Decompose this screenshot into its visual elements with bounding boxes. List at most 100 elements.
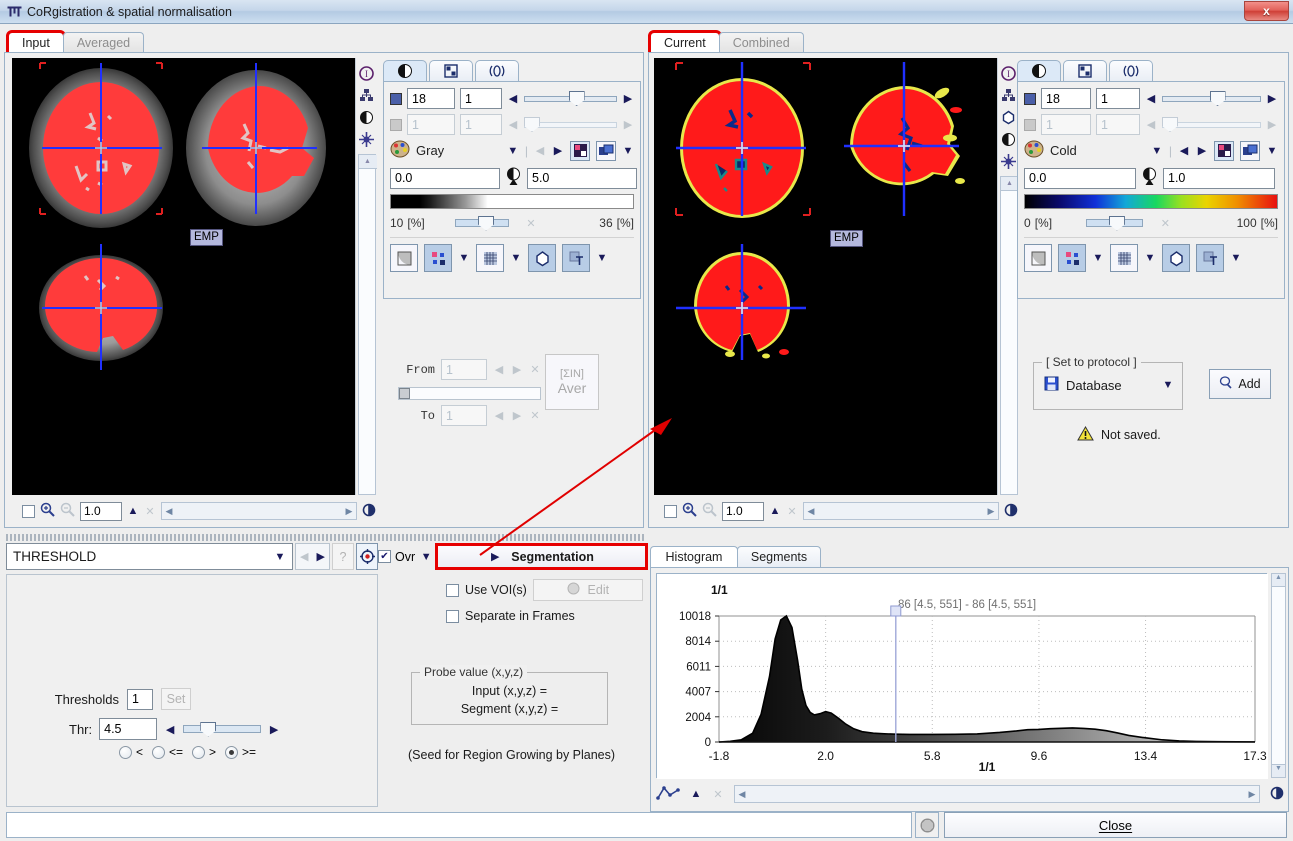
- right-image-viewer[interactable]: EMP: [654, 58, 997, 495]
- right-lut-name[interactable]: Cold: [1050, 143, 1077, 158]
- lut-dropdown-icon[interactable]: ▼: [1151, 145, 1163, 157]
- histogram-hscrollbar[interactable]: ◀ ▶: [734, 785, 1260, 803]
- tab-segments[interactable]: Segments: [737, 546, 821, 567]
- tab-histogram[interactable]: Histogram: [650, 546, 738, 567]
- thr-next-arrow[interactable]: ▶: [268, 723, 280, 736]
- operator-radio-lt[interactable]: [119, 745, 132, 759]
- grid-button[interactable]: [1110, 244, 1138, 272]
- left-max-input[interactable]: [527, 167, 637, 189]
- right-viewer-hscrollbar[interactable]: ◀ ▶: [803, 502, 999, 520]
- stop-button[interactable]: [915, 812, 939, 838]
- thr-prev-arrow[interactable]: ◀: [164, 723, 176, 736]
- overlay-button[interactable]: [1058, 244, 1086, 272]
- tab-combined[interactable]: Combined: [718, 32, 804, 53]
- crosshair-icon[interactable]: [999, 150, 1019, 172]
- scroll-left-icon[interactable]: ◀: [162, 506, 176, 517]
- slice-prev-arrow[interactable]: ◀: [1145, 92, 1157, 105]
- right-slice-slider[interactable]: [1162, 91, 1261, 107]
- layout-icon[interactable]: [357, 84, 377, 106]
- info-icon[interactable]: I: [999, 62, 1019, 84]
- contrast-icon[interactable]: [357, 106, 377, 128]
- ovr-checkbox-wrap[interactable]: ✔ Ovr: [378, 550, 415, 564]
- ovr-checkbox[interactable]: ✔: [378, 550, 391, 563]
- segmentation-button[interactable]: ▶ Segmentation: [435, 543, 648, 570]
- left-zoom-input[interactable]: [80, 501, 122, 521]
- refresh-icon[interactable]: [1270, 786, 1284, 803]
- left-primary-swatch[interactable]: [390, 92, 402, 105]
- operator-radio-le[interactable]: [152, 745, 166, 759]
- scroll-right-icon[interactable]: ▶: [342, 506, 356, 517]
- ovr-options-icon[interactable]: ▼: [420, 551, 432, 563]
- layout-tab[interactable]: [429, 60, 473, 81]
- palette-icon[interactable]: [1024, 140, 1044, 161]
- left-viewer-vscrollbar[interactable]: ▲: [357, 154, 377, 495]
- histogram-expand-icon[interactable]: ▲: [690, 788, 702, 800]
- left-frame-input[interactable]: [460, 88, 502, 109]
- zoom-in-icon[interactable]: [682, 502, 697, 520]
- grid-options-icon[interactable]: ▼: [1144, 252, 1156, 264]
- right-primary-swatch[interactable]: [1024, 92, 1036, 105]
- use-vois-checkbox[interactable]: [446, 583, 459, 597]
- tab-current[interactable]: Current: [648, 30, 722, 55]
- contrast-handle-icon[interactable]: [505, 167, 522, 189]
- lut-next-arrow[interactable]: ▶: [1196, 144, 1208, 157]
- transparency-button[interactable]: [1024, 244, 1052, 272]
- separate-frames-checkbox[interactable]: [446, 609, 459, 623]
- layout-icon[interactable]: [999, 84, 1019, 106]
- thr-input[interactable]: [99, 718, 158, 740]
- right-colorbar[interactable]: [1024, 194, 1278, 209]
- scroll-up-icon[interactable]: ▲: [1272, 574, 1285, 587]
- crosshair-icon[interactable]: [357, 128, 377, 150]
- contour-button[interactable]: [1162, 244, 1190, 272]
- transparency-button[interactable]: [390, 244, 418, 272]
- chevron-down-icon[interactable]: ▼: [1162, 379, 1174, 391]
- slice-next-arrow[interactable]: ▶: [622, 92, 634, 105]
- lut-prev-arrow[interactable]: ◀: [1178, 144, 1190, 157]
- scroll-up-icon[interactable]: ▲: [1000, 177, 1019, 191]
- operator-radio-gt[interactable]: [192, 745, 206, 759]
- method-next-arrow[interactable]: ▶: [315, 550, 327, 563]
- scroll-left-icon[interactable]: ◀: [804, 506, 818, 517]
- right-zoom-input[interactable]: [722, 501, 764, 521]
- aver-range-slider[interactable]: [398, 385, 541, 401]
- left-viewer-hscrollbar[interactable]: ◀ ▶: [161, 502, 357, 520]
- grid-button[interactable]: [476, 244, 504, 272]
- scroll-right-icon[interactable]: ▶: [984, 506, 998, 517]
- transform-tab[interactable]: [475, 60, 519, 81]
- layout-tab[interactable]: [1063, 60, 1107, 81]
- left-slice-slider[interactable]: [524, 91, 617, 107]
- curve-icon[interactable]: [656, 785, 680, 804]
- contrast-icon[interactable]: [999, 128, 1019, 150]
- left-lut-name[interactable]: Gray: [416, 143, 444, 158]
- annotation-button[interactable]: [562, 244, 590, 272]
- overlay-button[interactable]: [424, 244, 452, 272]
- right-viewer-vscrollbar[interactable]: ▲: [999, 176, 1019, 495]
- zoom-fit-icon[interactable]: ▲: [127, 505, 139, 517]
- scroll-up-icon[interactable]: ▲: [358, 155, 377, 169]
- lut-copy-button[interactable]: [1240, 140, 1260, 161]
- operator-radio-ge[interactable]: [225, 745, 239, 759]
- palette-icon[interactable]: [390, 140, 410, 161]
- overlay-options-icon[interactable]: ▼: [458, 252, 470, 264]
- lut-options-icon[interactable]: ▼: [1266, 145, 1278, 157]
- histogram-chart[interactable]: 1/1 86 [4.5, 551] - 86 [4.5, 551] 0 2004 400…: [656, 573, 1268, 779]
- annotation-options-icon[interactable]: ▼: [1230, 252, 1242, 264]
- refresh-icon[interactable]: [1004, 503, 1018, 520]
- left-min-input[interactable]: [390, 167, 500, 189]
- left-window-slider[interactable]: [454, 215, 509, 231]
- zoom-fit-icon[interactable]: ▲: [769, 505, 781, 517]
- scroll-down-icon[interactable]: ▼: [1272, 764, 1285, 777]
- shape-icon[interactable]: [999, 106, 1019, 128]
- lut-dropdown-icon[interactable]: ▼: [507, 145, 519, 157]
- contrast-handle-icon[interactable]: [1141, 167, 1158, 189]
- scroll-left-icon[interactable]: ◀: [735, 789, 749, 800]
- close-button[interactable]: Close: [944, 812, 1287, 838]
- threshold-method-select[interactable]: THRESHOLD ▼: [6, 543, 293, 570]
- right-slice-input[interactable]: [1041, 88, 1091, 109]
- annotation-button[interactable]: [1196, 244, 1224, 272]
- window-close-button[interactable]: x: [1244, 1, 1289, 21]
- annotation-options-icon[interactable]: ▼: [596, 252, 608, 264]
- tab-averaged[interactable]: Averaged: [62, 32, 145, 53]
- right-min-input[interactable]: [1024, 167, 1136, 189]
- left-slice-input[interactable]: [407, 88, 455, 109]
